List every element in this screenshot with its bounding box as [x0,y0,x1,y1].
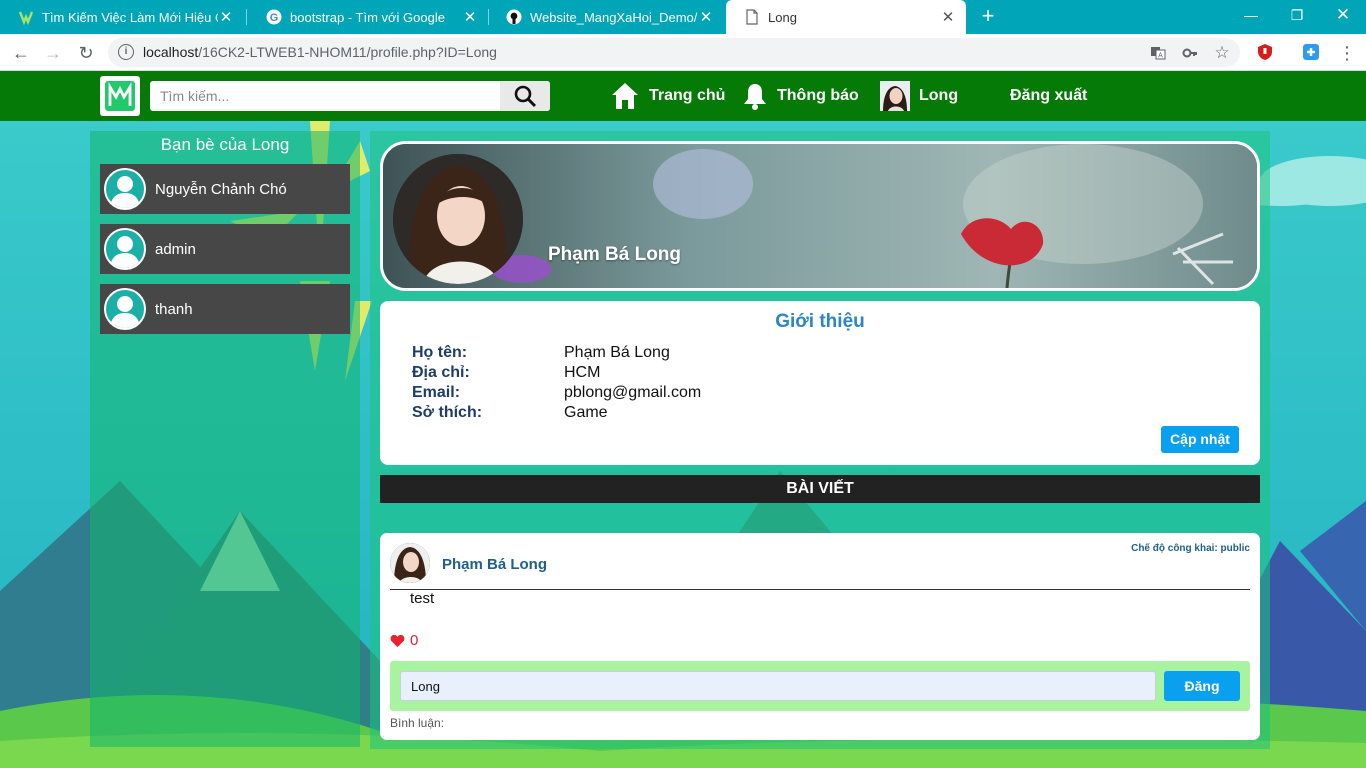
profile-cover: Phạm Bá Long [380,141,1260,291]
post-divider [390,589,1250,590]
nav-notifications-label: Thông báo [777,87,859,104]
star-icon[interactable]: ☆ [1214,44,1230,61]
nav-profile-label: Long [919,87,959,104]
user-avatar-icon [104,168,146,210]
nav-avatar [880,81,910,111]
friend-name: admin [155,240,196,258]
site-navbar: Trang chủ Thông báo Long Đăng xuất [0,71,1366,121]
nav-home-label: Trang chủ [649,87,726,104]
browser-tab-active[interactable]: Long ✕ [726,0,966,34]
minimize-icon[interactable]: — [1228,0,1274,30]
browser-tab-google[interactable]: G bootstrap - Tìm với Google ✕ [248,0,488,34]
profile-name: Phạm Bá Long [548,244,682,265]
url-path: /16CK2-LTWEB1-NHOM11/profile.php?ID=Long [198,44,497,60]
info-value: Phạm Bá Long [564,344,670,361]
friend-item[interactable]: admin [100,224,350,274]
google-icon: G [266,9,282,25]
tab-title: Website_MangXaHoi_Demo/README [530,9,698,25]
friends-sidebar: Bạn bè của Long Nguyễn Chảnh Chó admin t… [90,131,360,747]
browser-tab-strip: Tìm Kiếm Việc Làm Mới Hiệu Quả ✕ G boots… [0,0,1366,34]
tab-close-icon[interactable]: ✕ [698,8,714,26]
forward-icon[interactable]: → [40,40,66,66]
tab-close-icon[interactable]: ✕ [462,8,478,26]
intro-card: Giới thiệu Họ tên: Phạm Bá Long Địa chỉ:… [380,301,1260,465]
translate-icon[interactable]: A [1150,45,1166,61]
info-icon[interactable]: i [118,44,134,60]
post-card: Phạm Bá Long Chế độ công khai: public te… [380,533,1260,740]
info-label: Email: [412,384,461,401]
search-icon [514,85,537,108]
nav-logout[interactable]: Đăng xuất [1010,81,1087,111]
url-text[interactable]: localhost/16CK2-LTWEB1-NHOM11/profile.ph… [143,44,497,60]
search-input[interactable] [150,81,500,111]
friends-title: Bạn bè của Long [160,135,290,154]
friend-item[interactable]: thanh [100,284,350,334]
new-tab-icon[interactable]: + [976,4,1000,28]
search-button[interactable] [500,81,550,111]
info-label: Sở thích: [412,404,483,421]
browser-toolbar: ← → ↻ i localhost/16CK2-LTWEB1-NHOM11/pr… [0,34,1366,71]
nav-logout-label: Đăng xuất [1010,87,1088,104]
tab-close-icon[interactable]: ✕ [940,8,956,26]
intro-title: Giới thiệu [775,311,865,332]
update-button[interactable]: Cập nhật [1161,426,1239,453]
comment-form: Đăng [390,661,1250,711]
tab-close-icon[interactable]: ✕ [218,8,234,26]
heart-icon [390,634,405,647]
bell-icon [744,84,766,110]
info-label: Địa chỉ: [412,364,470,381]
nav-home[interactable]: Trang chủ [610,81,725,111]
user-avatar-icon [104,228,146,270]
address-bar[interactable]: i localhost/16CK2-LTWEB1-NHOM11/profile.… [108,38,1240,67]
posts-header: BÀI VIẾT [380,475,1260,503]
friend-name: thanh [155,300,193,318]
post-author-avatar[interactable] [390,543,430,583]
page-viewport: Trang chủ Thông báo Long Đăng xuất Bạn b… [0,71,1366,768]
restore-icon[interactable]: ❐ [1274,0,1320,30]
info-value: Game [564,404,608,421]
post-author[interactable]: Phạm Bá Long [442,556,547,573]
url-host: localhost [143,44,199,60]
search-box [150,81,550,111]
github-icon [506,9,522,25]
post-privacy: Chế độ công khai: public [1131,543,1250,554]
vietnamworks-icon [18,9,34,25]
browser-tab-github[interactable]: Website_MangXaHoi_Demo/README ✕ [488,0,724,34]
extension-icon[interactable] [1302,43,1320,61]
profile-avatar[interactable] [393,154,523,284]
nav-notifications[interactable]: Thông báo [742,81,859,111]
home-icon [612,83,638,109]
tab-title: Tìm Kiếm Việc Làm Mới Hiệu Quả [42,9,218,25]
tab-title: Long [768,9,797,25]
adblock-icon[interactable] [1256,43,1274,61]
friend-name: Nguyễn Chảnh Chó [155,180,287,198]
back-icon[interactable]: ← [8,40,34,66]
key-icon[interactable] [1182,45,1198,61]
post-content: test [410,590,435,607]
tab-title: bootstrap - Tìm với Google [290,9,445,25]
close-window-icon[interactable]: ✕ [1320,0,1366,30]
like-count: 0 [410,632,419,649]
post-comment-button[interactable]: Đăng [1164,671,1240,701]
user-avatar-icon [104,288,146,330]
reload-icon[interactable]: ↻ [73,40,99,66]
tab-separator [246,9,247,25]
nav-profile[interactable]: Long [880,81,958,111]
info-label: Họ tên: [412,344,468,361]
page-icon [744,9,760,25]
svg-text:G: G [270,12,279,24]
comments-label: Bình luận: [390,716,445,730]
svg-text:A: A [1158,53,1163,60]
browser-tab-vietnamworks[interactable]: Tìm Kiếm Việc Làm Mới Hiệu Quả ✕ [0,0,244,34]
info-value: pblong@gmail.com [564,384,702,401]
info-value: HCM [564,364,601,381]
friend-item[interactable]: Nguyễn Chảnh Chó [100,164,350,214]
site-logo[interactable] [100,76,140,116]
like-button[interactable]: 0 [390,632,418,649]
comment-input[interactable] [400,671,1156,701]
menu-icon[interactable]: ⋮ [1334,40,1360,66]
